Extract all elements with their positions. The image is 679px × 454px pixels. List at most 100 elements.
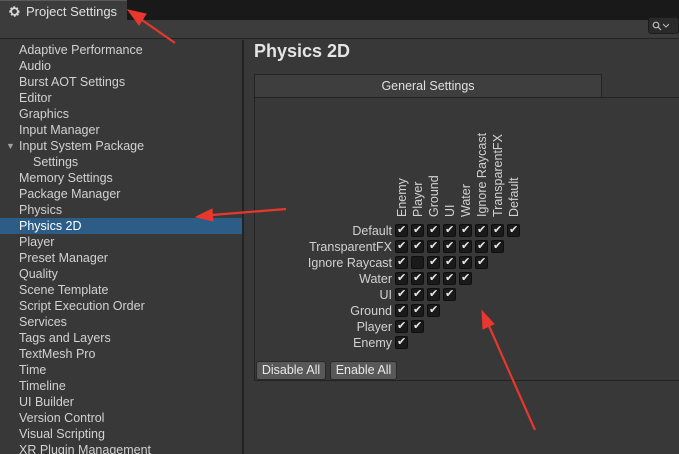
sidebar-item[interactable]: TextMesh Pro xyxy=(0,346,242,362)
collision-checkbox[interactable] xyxy=(443,239,456,253)
sidebar-item[interactable]: Editor xyxy=(0,90,242,106)
toolbar xyxy=(0,20,679,39)
matrix-row-label: Enemy xyxy=(353,336,392,350)
collision-checkbox[interactable] xyxy=(395,303,408,317)
sidebar-item[interactable]: Burst AOT Settings xyxy=(0,74,242,90)
collision-checkbox[interactable] xyxy=(427,287,440,301)
collision-checkbox[interactable] xyxy=(411,223,424,237)
collision-checkbox[interactable] xyxy=(507,223,520,237)
sidebar-item-label: Services xyxy=(19,315,67,329)
collision-checkbox[interactable] xyxy=(427,223,440,237)
settings-sidebar: Adaptive Performance Audio Burst AOT Setti… xyxy=(0,40,242,454)
sidebar-item-label: Physics 2D xyxy=(19,219,82,233)
sidebar-item[interactable]: Settings xyxy=(0,154,242,170)
sidebar-item[interactable]: UI Builder xyxy=(0,394,242,410)
expand-arrow-icon[interactable]: ▼ xyxy=(6,138,15,154)
collision-checkbox[interactable] xyxy=(491,223,504,237)
sidebar-item-label: TextMesh Pro xyxy=(19,347,96,361)
sidebar-item[interactable]: Timeline xyxy=(0,378,242,394)
sidebar-item[interactable]: Memory Settings xyxy=(0,170,242,186)
sidebar-item[interactable]: Audio xyxy=(0,58,242,74)
collision-checkbox[interactable] xyxy=(395,335,408,349)
sidebar-item[interactable]: Physics 2D xyxy=(0,218,242,234)
matrix-row-label: Ignore Raycast xyxy=(307,256,392,270)
sidebar-item[interactable]: Input Manager xyxy=(0,122,242,138)
search-input[interactable] xyxy=(648,17,679,34)
collision-checkbox[interactable] xyxy=(411,271,424,285)
collision-checkbox[interactable] xyxy=(491,239,504,253)
collision-checkbox[interactable] xyxy=(459,239,472,253)
collision-checkbox[interactable] xyxy=(459,223,472,237)
sidebar-item-label: Memory Settings xyxy=(19,171,113,185)
sidebar-item-label: Input Manager xyxy=(19,123,100,137)
enable-all-button[interactable]: Enable All xyxy=(330,361,397,380)
matrix-row-label: UI xyxy=(379,288,393,302)
collision-checkbox[interactable] xyxy=(411,256,424,269)
sidebar-item-label: Editor xyxy=(19,91,52,105)
sidebar-item[interactable]: Time xyxy=(0,362,242,378)
sidebar-item-label: Burst AOT Settings xyxy=(19,75,126,89)
matrix-column-label: Enemy xyxy=(395,178,409,217)
sidebar-item[interactable]: Package Manager xyxy=(0,186,242,202)
collision-checkbox[interactable] xyxy=(459,271,472,285)
collision-checkbox[interactable] xyxy=(395,255,408,269)
sidebar-item-label: Time xyxy=(19,363,47,377)
sidebar-item[interactable]: Services xyxy=(0,314,242,330)
collision-checkbox[interactable] xyxy=(411,287,424,301)
matrix-column-label: TransparentFX xyxy=(491,134,505,217)
matrix-column-label: Ground xyxy=(427,175,441,217)
collision-checkbox[interactable] xyxy=(395,239,408,253)
sidebar-item[interactable]: Script Execution Order xyxy=(0,298,242,314)
sidebar-item[interactable]: Physics xyxy=(0,202,242,218)
collision-checkbox[interactable] xyxy=(459,255,472,269)
matrix-row-label: TransparentFX xyxy=(309,240,392,254)
sidebar-item-label: Visual Scripting xyxy=(19,427,105,441)
sidebar-item-label: Adaptive Performance xyxy=(19,43,143,57)
collision-checkbox[interactable] xyxy=(395,287,408,301)
collision-checkbox[interactable] xyxy=(475,223,488,237)
tab-general-settings[interactable]: General Settings xyxy=(254,74,602,97)
collision-checkbox[interactable] xyxy=(427,271,440,285)
collision-checkbox[interactable] xyxy=(443,255,456,269)
collision-checkbox[interactable] xyxy=(443,223,456,237)
collision-checkbox[interactable] xyxy=(411,303,424,317)
sidebar-item[interactable]: XR Plugin Management xyxy=(0,442,242,454)
collision-checkbox[interactable] xyxy=(475,255,488,269)
sidebar-item[interactable]: Visual Scripting xyxy=(0,426,242,442)
sidebar-item[interactable]: Quality xyxy=(0,266,242,282)
disable-all-button[interactable]: Disable All xyxy=(256,361,326,380)
sidebar-item-label: Input System Package xyxy=(19,139,145,153)
matrix-column-label: Ignore Raycast xyxy=(475,132,489,217)
sidebar-item-label: Package Manager xyxy=(19,187,121,201)
collision-checkbox[interactable] xyxy=(475,239,488,253)
collision-checkbox[interactable] xyxy=(395,319,408,333)
sidebar-item[interactable]: Scene Template xyxy=(0,282,242,298)
sidebar-item-label: Player xyxy=(19,235,55,249)
sidebar-item[interactable]: Player xyxy=(0,234,242,250)
sidebar-item-label: UI Builder xyxy=(19,395,74,409)
collision-checkbox[interactable] xyxy=(395,223,408,237)
collision-checkbox[interactable] xyxy=(427,239,440,253)
sidebar-item[interactable]: Preset Manager xyxy=(0,250,242,266)
sidebar-item[interactable]: Adaptive Performance xyxy=(0,42,242,58)
sidebar-item-label: XR Plugin Management xyxy=(19,443,152,454)
sidebar-item-label: Timeline xyxy=(19,379,66,393)
sidebar-item[interactable]: Graphics xyxy=(0,106,242,122)
sidebar-item[interactable]: Tags and Layers xyxy=(0,330,242,346)
sidebar-item[interactable]: Version Control xyxy=(0,410,242,426)
collision-checkbox[interactable] xyxy=(443,287,456,301)
sidebar-item-label: Settings xyxy=(33,155,79,169)
collision-checkbox[interactable] xyxy=(411,319,424,333)
collision-checkbox[interactable] xyxy=(443,271,456,285)
collision-checkbox[interactable] xyxy=(395,271,408,285)
collision-checkbox[interactable] xyxy=(427,255,440,269)
sidebar-item[interactable]: ▼ Input System Package xyxy=(0,138,242,154)
sidebar-item-label: Script Execution Order xyxy=(19,299,145,313)
matrix-column-label: Default xyxy=(507,177,521,217)
collision-checkbox[interactable] xyxy=(411,239,424,253)
collision-checkbox[interactable] xyxy=(427,303,440,317)
matrix-column-label: UI xyxy=(443,204,457,218)
matrix-column-label: Water xyxy=(459,184,473,217)
sidebar-item-label: Tags and Layers xyxy=(19,331,111,345)
project-settings-tab[interactable]: Project Settings xyxy=(0,0,127,21)
